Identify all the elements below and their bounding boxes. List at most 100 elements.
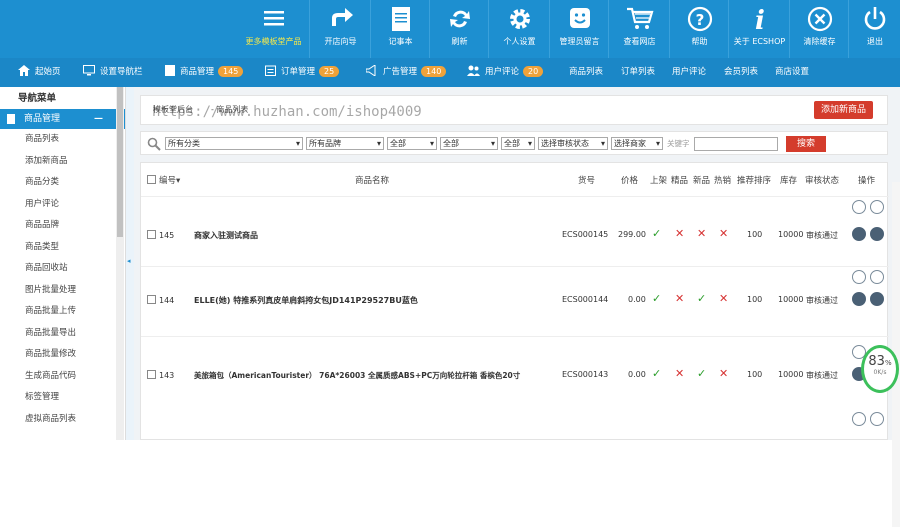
edit-icon[interactable] bbox=[870, 270, 884, 284]
hot-cross-icon[interactable]: ✕ bbox=[719, 227, 728, 240]
sidebar-collapse-handle[interactable]: ◂ bbox=[126, 87, 134, 440]
view-icon[interactable] bbox=[852, 270, 866, 284]
nav-link-user-comment[interactable]: 用户评论 bbox=[672, 58, 706, 87]
col-sort-header[interactable]: 推荐排序 bbox=[737, 174, 771, 186]
sidebar-item-goods-list[interactable]: 商品列表 bbox=[0, 129, 125, 151]
trash-icon[interactable] bbox=[870, 292, 884, 306]
nav-goods-manage[interactable]: 商品管理 145 bbox=[165, 58, 244, 87]
col-best-header[interactable]: 精品 bbox=[671, 174, 688, 186]
sidebar-item-add-goods[interactable]: 添加新商品 bbox=[0, 151, 125, 173]
row-sort[interactable]: 100 bbox=[747, 295, 762, 304]
new-check-icon[interactable]: ✓ bbox=[697, 292, 706, 305]
col-name-header[interactable]: 商品名称 bbox=[355, 174, 389, 186]
new-cross-icon[interactable]: ✕ bbox=[697, 227, 706, 240]
filter-select-2[interactable]: 全部 bbox=[440, 137, 498, 150]
nav-link-member-list[interactable]: 会员列表 bbox=[724, 58, 758, 87]
search-button[interactable]: 搜索 bbox=[786, 136, 826, 152]
merchant-select[interactable]: 选择商家 bbox=[611, 137, 663, 150]
row-id[interactable]: 144 bbox=[147, 295, 174, 305]
onsale-check-icon[interactable]: ✓ bbox=[652, 367, 661, 380]
view-shop-button[interactable]: 查看网店 bbox=[610, 0, 670, 58]
sidebar-item-category[interactable]: 商品分类 bbox=[0, 172, 125, 194]
filter-select-3[interactable]: 全部 bbox=[501, 137, 535, 150]
row-stock[interactable]: 10000 bbox=[778, 370, 803, 379]
keyword-input[interactable] bbox=[694, 137, 778, 151]
sidebar-item-batch-upload[interactable]: 商品批量上传 bbox=[0, 301, 125, 323]
col-stock-header[interactable]: 库存 bbox=[780, 174, 797, 186]
sidebar-item-brands[interactable]: 商品品牌 bbox=[0, 215, 125, 237]
trash-icon[interactable] bbox=[870, 227, 884, 241]
nav-link-order-list[interactable]: 订单列表 bbox=[621, 58, 655, 87]
sidebar-item-gen-code[interactable]: 生成商品代码 bbox=[0, 366, 125, 388]
sidebar-item-virtual[interactable]: 虚拟商品列表 bbox=[0, 409, 125, 431]
nav-order-manage[interactable]: 订单管理 25 bbox=[265, 58, 340, 87]
review-status-select[interactable]: 选择审核状态 bbox=[538, 137, 608, 150]
best-cross-icon[interactable]: ✕ bbox=[675, 292, 684, 305]
sidebar-scroll-thumb[interactable] bbox=[117, 87, 123, 237]
onsale-check-icon[interactable]: ✓ bbox=[652, 292, 661, 305]
category-select[interactable]: 所有分类 bbox=[165, 137, 303, 150]
hot-cross-icon[interactable]: ✕ bbox=[719, 367, 728, 380]
logout-button[interactable]: 退出 bbox=[850, 0, 900, 58]
row-id[interactable]: 145 bbox=[147, 230, 174, 240]
personal-settings-button[interactable]: 个人设置 bbox=[490, 0, 550, 58]
hot-cross-icon[interactable]: ✕ bbox=[719, 292, 728, 305]
brand-select[interactable]: 所有品牌 bbox=[306, 137, 384, 150]
row-goods-name[interactable]: ELLE(她) 特推系列真皮单肩斜挎女包JD141P29527BU蓝色 bbox=[194, 295, 418, 306]
nav-home[interactable]: 起始页 bbox=[18, 58, 61, 87]
col-hot-header[interactable]: 热销 bbox=[714, 174, 731, 186]
help-button[interactable]: ? 帮助 bbox=[671, 0, 729, 58]
copy-icon[interactable] bbox=[852, 292, 866, 306]
admin-message-button[interactable]: 管理员留言 bbox=[551, 0, 609, 58]
network-speed-widget[interactable]: 83% 0K/s bbox=[861, 345, 899, 393]
row-sort[interactable]: 100 bbox=[747, 370, 762, 379]
about-button[interactable]: i 关于 ECSHOP bbox=[730, 0, 790, 58]
sidebar-item-comments[interactable]: 用户评论 bbox=[0, 194, 125, 216]
edit-icon[interactable] bbox=[870, 412, 884, 426]
row-price[interactable]: 0.00 bbox=[628, 295, 646, 304]
best-cross-icon[interactable]: ✕ bbox=[675, 227, 684, 240]
sidebar-item-types[interactable]: 商品类型 bbox=[0, 237, 125, 259]
row-price[interactable]: 299.00 bbox=[618, 230, 646, 239]
col-onsale-header[interactable]: 上架 bbox=[650, 174, 667, 186]
row-checkbox[interactable] bbox=[147, 370, 156, 379]
onsale-check-icon[interactable]: ✓ bbox=[652, 227, 661, 240]
col-price-header[interactable]: 价格 bbox=[621, 174, 638, 186]
setup-wizard-button[interactable]: 开店向导 bbox=[311, 0, 371, 58]
select-all-checkbox[interactable] bbox=[147, 175, 156, 184]
sidebar-item-batch-edit[interactable]: 商品批量修改 bbox=[0, 344, 125, 366]
col-new-header[interactable]: 新品 bbox=[693, 174, 710, 186]
row-sort[interactable]: 100 bbox=[747, 230, 762, 239]
copy-icon[interactable] bbox=[852, 227, 866, 241]
row-goods-name[interactable]: 美旅箱包（AmericanTourister） 76A*26003 全属质感AB… bbox=[194, 370, 520, 381]
notepad-button[interactable]: 记事本 bbox=[372, 0, 430, 58]
edit-icon[interactable] bbox=[870, 200, 884, 214]
sidebar-item-batch-export[interactable]: 商品批量导出 bbox=[0, 323, 125, 345]
collapse-group-icon[interactable]: — bbox=[94, 109, 103, 129]
nav-set-nav[interactable]: 设置导航栏 bbox=[83, 58, 143, 87]
nav-ad-manage[interactable]: 广告管理 140 bbox=[365, 58, 447, 87]
col-id-header[interactable]: 编号▾ bbox=[147, 174, 180, 186]
row-checkbox[interactable] bbox=[147, 230, 156, 239]
row-id[interactable]: 143 bbox=[147, 370, 174, 380]
clear-cache-button[interactable]: 清除缓存 bbox=[791, 0, 849, 58]
more-products-button[interactable]: 更多模板堂产品 bbox=[238, 0, 310, 58]
row-goods-name[interactable]: 商家入驻测试商品 bbox=[194, 230, 258, 241]
nav-link-goods-list[interactable]: 商品列表 bbox=[569, 58, 603, 87]
row-checkbox[interactable] bbox=[147, 295, 156, 304]
row-stock[interactable]: 10000 bbox=[778, 230, 803, 239]
col-sn-header[interactable]: 货号 bbox=[578, 174, 595, 186]
nav-link-shop-settings[interactable]: 商店设置 bbox=[775, 58, 809, 87]
sidebar-group-goods[interactable]: 商品管理 — bbox=[0, 109, 125, 129]
sidebar-scrollbar[interactable] bbox=[116, 87, 124, 440]
sidebar-item-tags[interactable]: 标签管理 bbox=[0, 387, 125, 409]
row-price[interactable]: 0.00 bbox=[628, 370, 646, 379]
row-stock[interactable]: 10000 bbox=[778, 295, 803, 304]
best-cross-icon[interactable]: ✕ bbox=[675, 367, 684, 380]
filter-select-1[interactable]: 全部 bbox=[387, 137, 437, 150]
view-icon[interactable] bbox=[852, 200, 866, 214]
view-icon[interactable] bbox=[852, 412, 866, 426]
sidebar-item-recycle[interactable]: 商品回收站 bbox=[0, 258, 125, 280]
sidebar-item-image-batch[interactable]: 图片批量处理 bbox=[0, 280, 125, 302]
refresh-button[interactable]: 刷新 bbox=[431, 0, 489, 58]
